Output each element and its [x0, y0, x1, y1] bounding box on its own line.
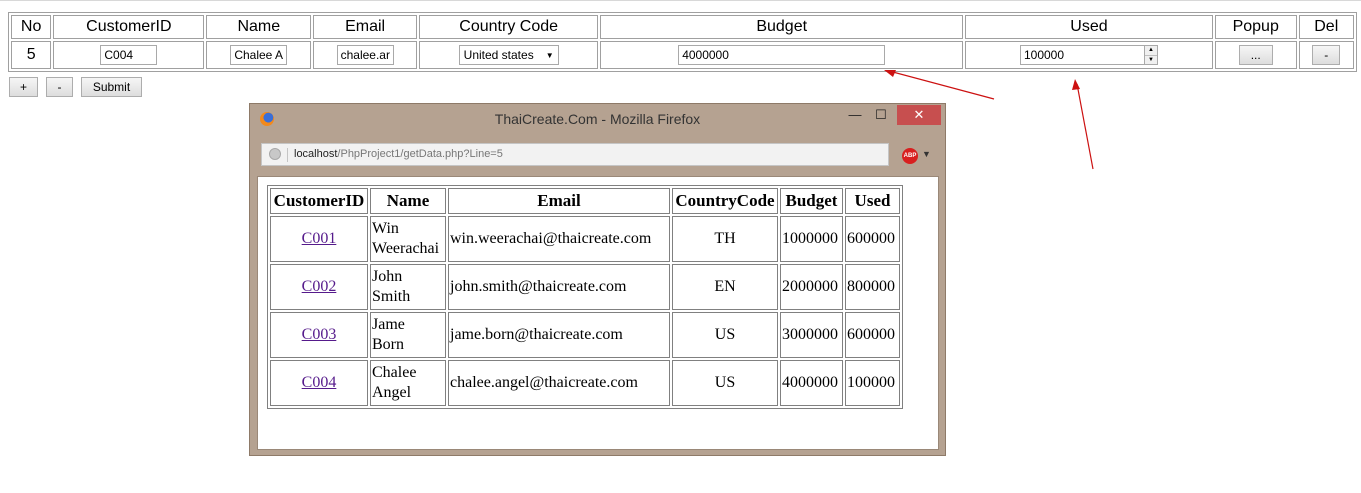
arrow-to-used	[1072, 79, 1094, 170]
arrow-to-budget	[884, 70, 995, 100]
annotation-arrows	[884, 70, 1094, 170]
